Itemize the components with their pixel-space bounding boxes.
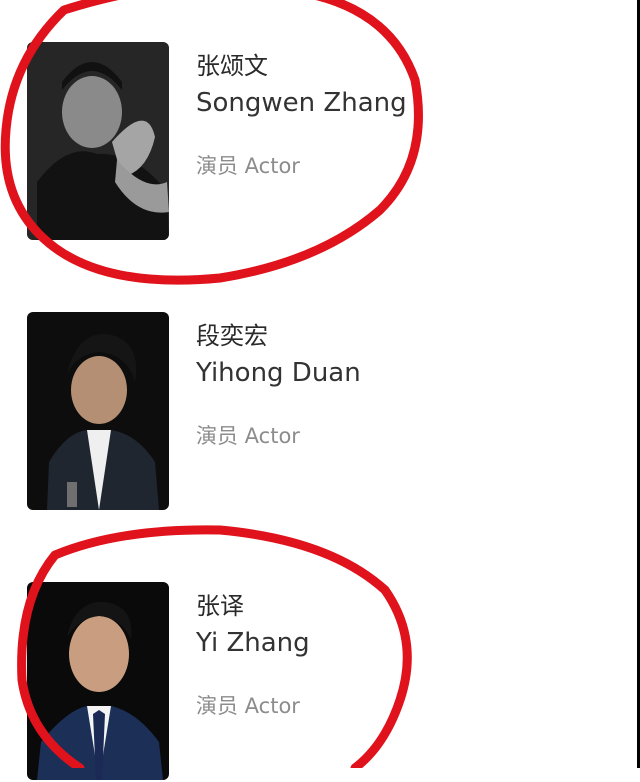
- actor-name-chinese: 张颂文: [196, 52, 268, 80]
- actor-photo[interactable]: [27, 582, 169, 780]
- portrait-photo-1: [27, 42, 169, 240]
- actor-role: 演员 Actor: [196, 154, 300, 178]
- actor-name-english: Yihong Duan: [196, 358, 361, 388]
- cast-item-songwen-zhang[interactable]: 张颂文 Songwen Zhang 演员 Actor: [0, 42, 600, 242]
- actor-name-english: Songwen Zhang: [196, 88, 407, 118]
- actor-photo[interactable]: [27, 312, 169, 510]
- actor-photo[interactable]: [27, 42, 169, 240]
- actor-name-chinese: 段奕宏: [196, 322, 268, 350]
- actor-name-english: Yi Zhang: [196, 628, 310, 658]
- actor-name-chinese: 张译: [196, 592, 244, 620]
- actor-role: 演员 Actor: [196, 694, 300, 718]
- actor-role: 演员 Actor: [196, 424, 300, 448]
- cast-item-yihong-duan[interactable]: 段奕宏 Yihong Duan 演员 Actor: [0, 312, 600, 512]
- portrait-photo-2: [27, 312, 169, 510]
- portrait-photo-3: [27, 582, 169, 780]
- cast-item-yi-zhang[interactable]: 张译 Yi Zhang 演员 Actor: [0, 582, 600, 782]
